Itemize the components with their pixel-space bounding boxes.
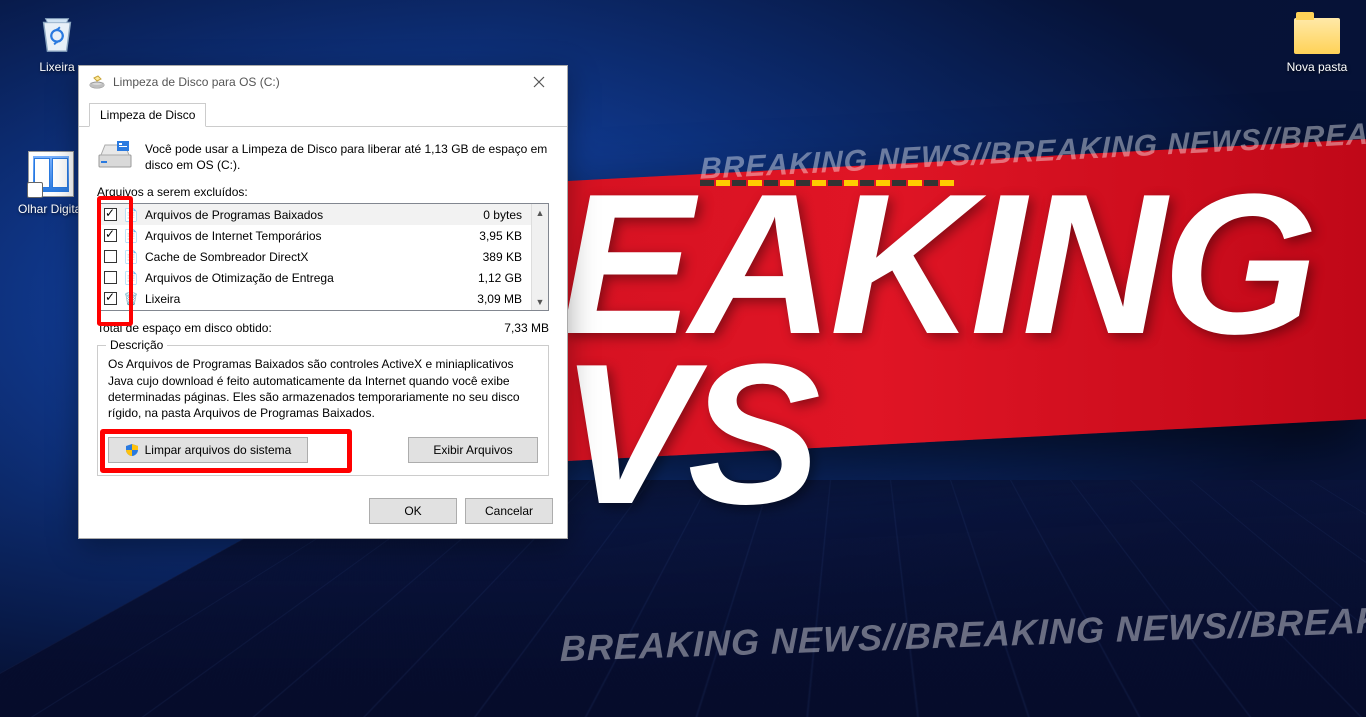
titlebar[interactable]: Limpeza de Disco para OS (C:)	[79, 66, 567, 98]
disk-cleanup-dialog: Limpeza de Disco para OS (C:) Limpeza de…	[78, 65, 568, 539]
clean-system-files-button[interactable]: Limpar arquivos do sistema	[108, 437, 308, 463]
item-size: 3,09 MB	[477, 292, 528, 306]
cancel-button[interactable]: Cancelar	[465, 498, 553, 524]
view-files-button[interactable]: Exibir Arquivos	[408, 437, 538, 463]
file-icon: 📄	[123, 270, 139, 286]
item-size: 1,12 GB	[478, 271, 528, 285]
checkbox[interactable]	[104, 250, 117, 263]
checkbox[interactable]	[104, 271, 117, 284]
checkbox[interactable]	[104, 292, 117, 305]
list-item[interactable]: 📄 Arquivos de Programas Baixados 0 bytes	[98, 204, 548, 225]
tab-limpeza-de-disco[interactable]: Limpeza de Disco	[89, 103, 206, 127]
item-name: Arquivos de Programas Baixados	[145, 208, 477, 222]
list-item[interactable]: 📄 Arquivos de Internet Temporários 3,95 …	[98, 225, 548, 246]
shield-icon	[125, 443, 139, 457]
desktop-icon-label: Olhar Digital	[18, 202, 84, 216]
item-size: 3,95 KB	[479, 229, 528, 243]
list-item[interactable]: 🗑️ Lixeira 3,09 MB	[98, 288, 548, 309]
button-label: OK	[404, 504, 421, 518]
desktop-icon-label: Lixeira	[39, 60, 74, 74]
item-name: Cache de Sombreador DirectX	[145, 250, 477, 264]
desktop-icon-nova-pasta[interactable]: Nova pasta	[1278, 8, 1356, 74]
scroll-up-button[interactable]: ▲	[532, 204, 548, 221]
files-listbox[interactable]: 📄 Arquivos de Programas Baixados 0 bytes…	[97, 203, 549, 311]
scrollbar[interactable]: ▲ ▼	[531, 204, 548, 310]
recycle-bin-icon	[33, 8, 81, 56]
intro-text: Você pode usar a Limpeza de Disco para l…	[145, 141, 549, 173]
file-icon: 📄	[123, 249, 139, 265]
button-label: Limpar arquivos do sistema	[145, 443, 292, 457]
checkbox[interactable]	[104, 229, 117, 242]
desktop-icon-label: Nova pasta	[1287, 60, 1348, 74]
item-size: 0 bytes	[483, 208, 528, 222]
recycle-bin-icon: 🗑️	[123, 291, 139, 307]
shortcut-icon	[27, 150, 75, 198]
file-icon: 📄	[123, 228, 139, 244]
folder-icon	[1293, 8, 1341, 56]
list-item[interactable]: 📄 Cache de Sombreador DirectX 389 KB	[98, 246, 548, 267]
description-text: Os Arquivos de Programas Baixados são co…	[108, 356, 538, 421]
close-button[interactable]	[517, 67, 561, 97]
files-to-delete-label: Arquivos a serem excluídos:	[97, 185, 549, 199]
total-label: Total de espaço em disco obtido:	[97, 321, 504, 335]
list-item[interactable]: 📄 Arquivos de Otimização de Entrega 1,12…	[98, 267, 548, 288]
groupbox-legend: Descrição	[106, 338, 167, 352]
scroll-down-button[interactable]: ▼	[532, 293, 548, 310]
tab-strip: Limpeza de Disco	[79, 98, 567, 127]
button-label: Cancelar	[485, 504, 533, 518]
file-icon: 📄	[123, 207, 139, 223]
item-name: Lixeira	[145, 292, 471, 306]
item-size: 389 KB	[483, 250, 528, 264]
total-value: 7,33 MB	[504, 321, 549, 335]
disk-cleanup-icon	[89, 74, 105, 90]
ok-button[interactable]: OK	[369, 498, 457, 524]
wallpaper-headline-2: VS	[560, 320, 815, 550]
item-name: Arquivos de Internet Temporários	[145, 229, 473, 243]
description-groupbox: Descrição Os Arquivos de Programas Baixa…	[97, 345, 549, 476]
item-name: Arquivos de Otimização de Entrega	[145, 271, 472, 285]
checkbox[interactable]	[104, 208, 117, 221]
button-label: Exibir Arquivos	[433, 443, 512, 457]
drive-icon	[97, 141, 133, 171]
dialog-title: Limpeza de Disco para OS (C:)	[113, 75, 517, 89]
